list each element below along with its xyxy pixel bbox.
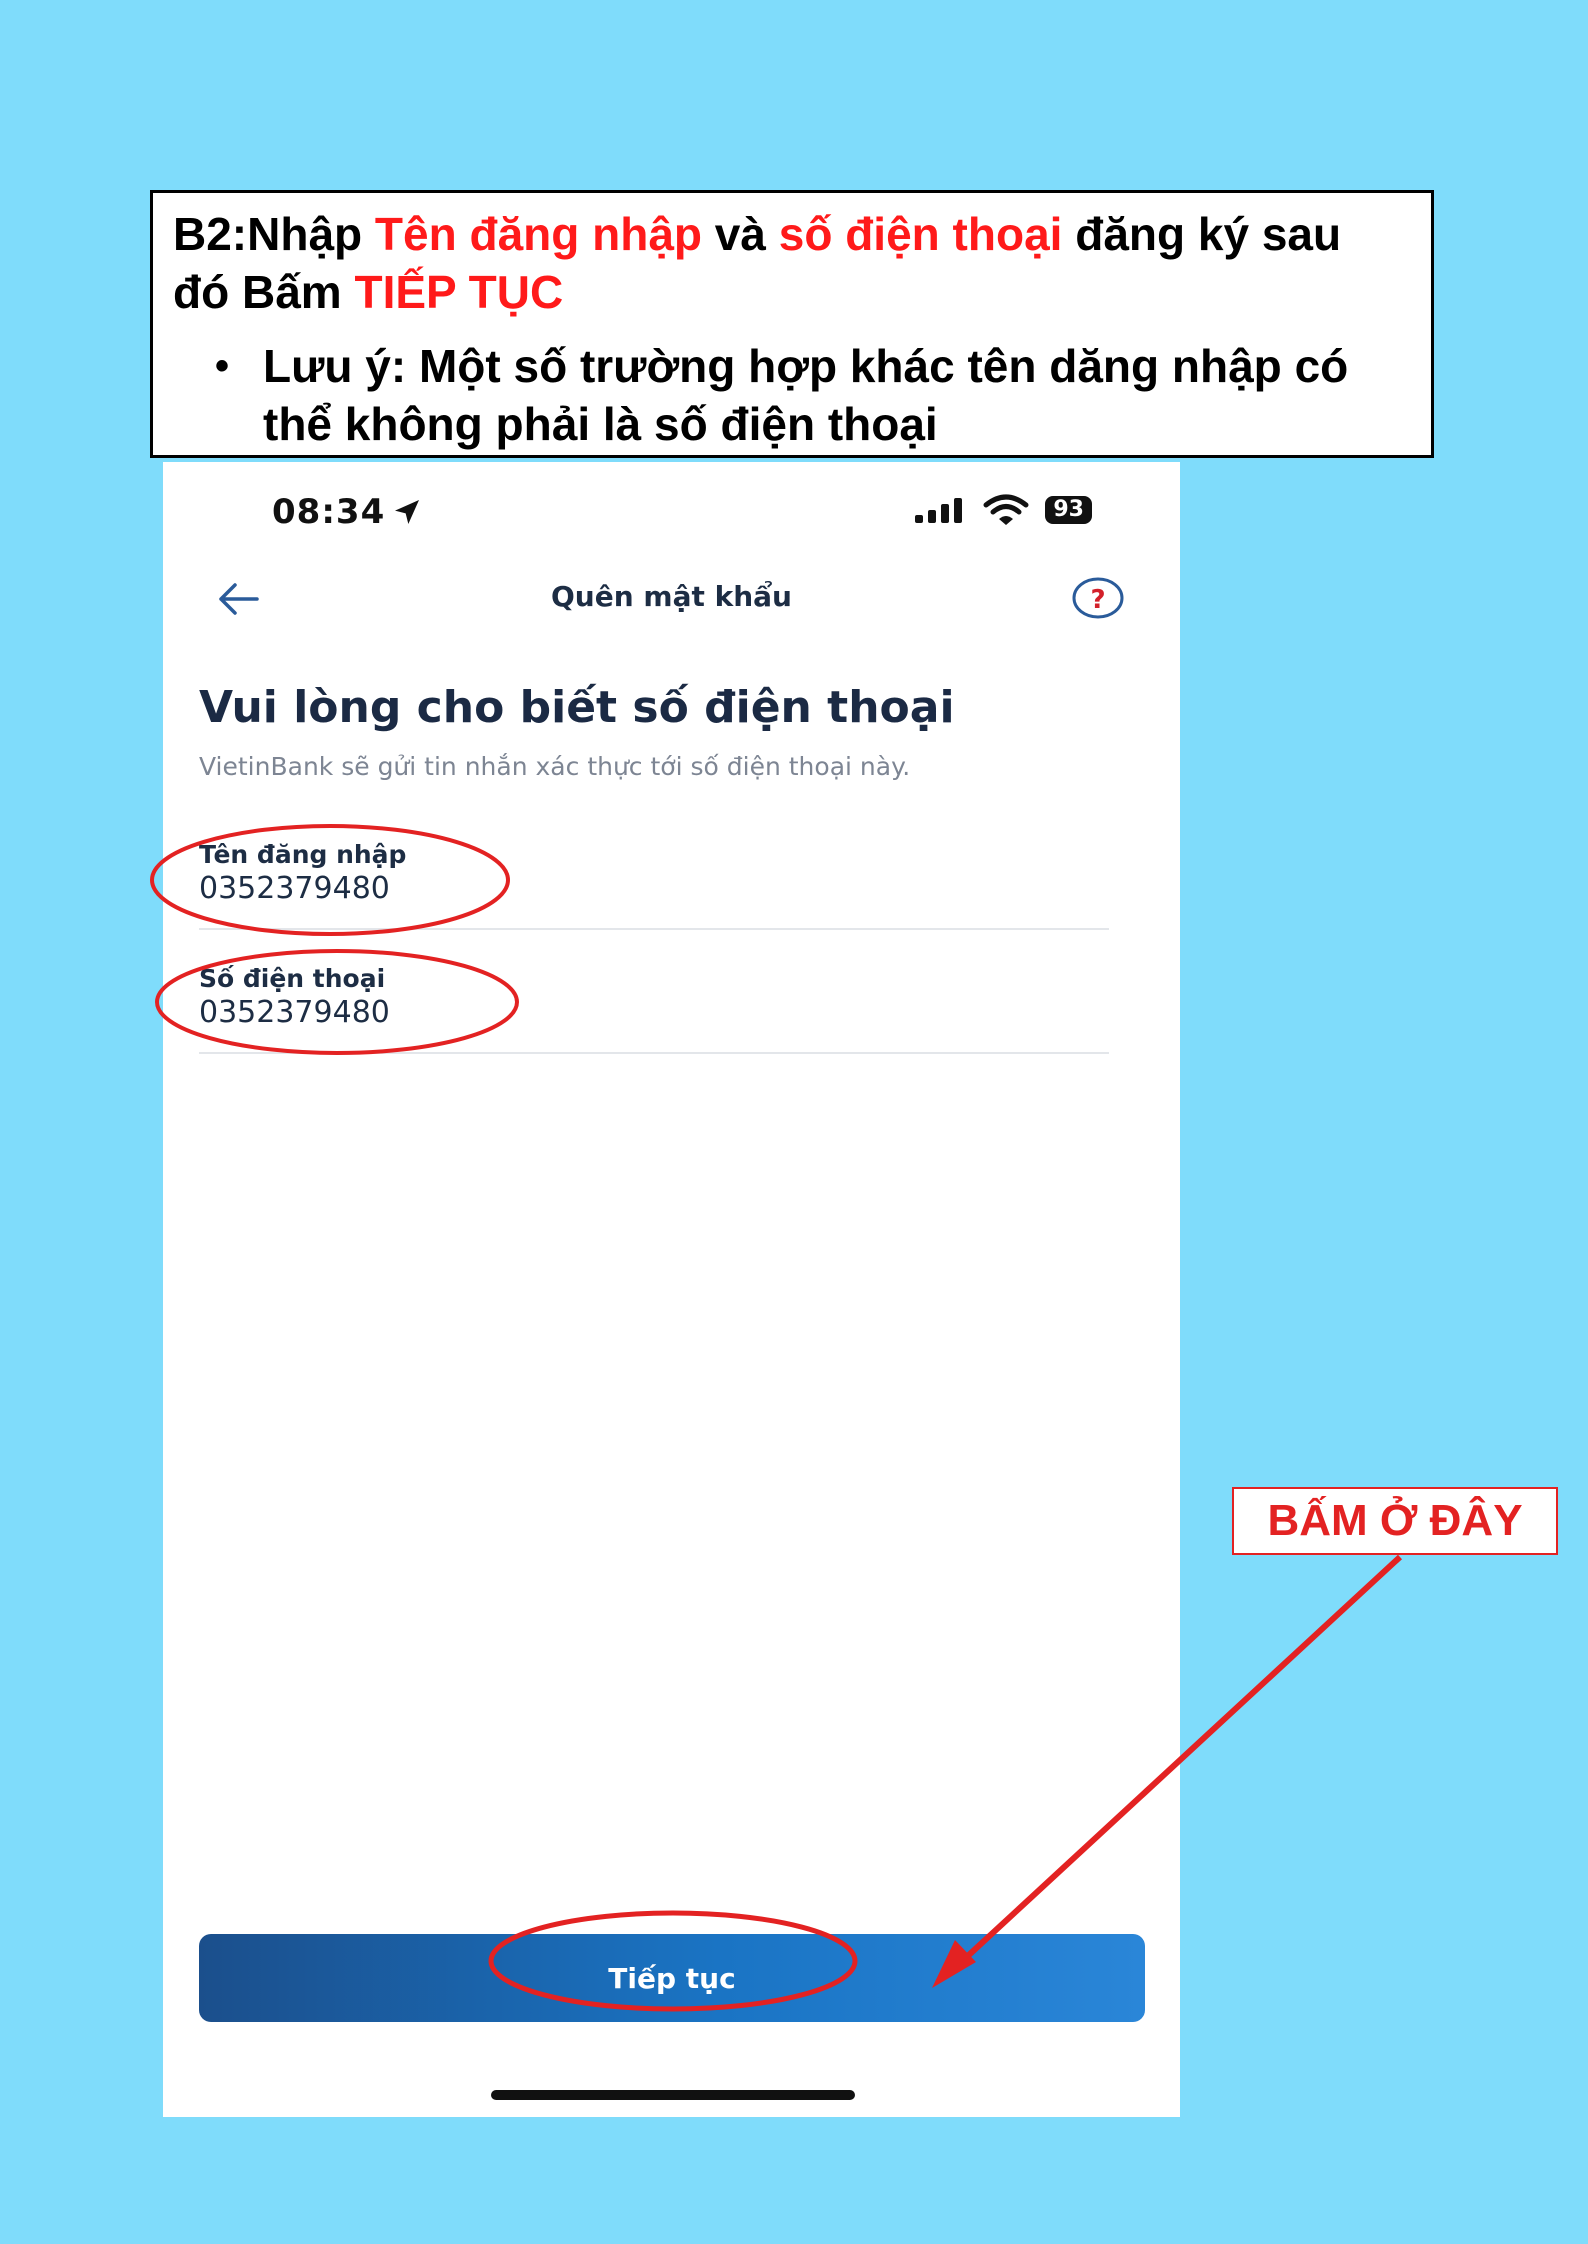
phone-value: 0352379480 [199, 995, 390, 1030]
instruction-note: • Lưu ý: Một số trường hợp khác tên dăng… [173, 337, 1411, 453]
nav-title: Quên mật khẩu [551, 580, 792, 613]
signal-icon [915, 498, 963, 523]
instruction-text: B2:Nhập Tên đăng nhập và số điện thoại đ… [173, 205, 1411, 321]
phone-screen: 08:34 93 Quên mật khẩu ? Vui lòng cho bi… [163, 462, 1180, 2117]
svg-text:?: ? [1090, 585, 1105, 615]
wifi-icon [983, 494, 1029, 525]
instruction-suffix: đăng ký sau [1062, 208, 1342, 260]
continue-button-label: Tiếp tục [608, 1961, 736, 1995]
instruction-phone-highlight: số điện thoại [778, 208, 1063, 260]
page-heading: Vui lòng cho biết số điện thoại [199, 682, 955, 733]
instruction-and: và [702, 208, 779, 260]
location-arrow-icon [395, 500, 420, 524]
status-time: 08:34 [272, 492, 423, 532]
username-label: Tên đăng nhập [199, 840, 407, 869]
continue-button[interactable]: Tiếp tục [199, 1934, 1145, 2022]
instruction-line2-prefix: đó Bấm [173, 266, 355, 318]
phone-field[interactable]: Số điện thoại 0352379480 [199, 964, 1109, 1054]
instruction-box: B2:Nhập Tên đăng nhập và số điện thoại đ… [150, 190, 1434, 458]
page-subheading: VietinBank sẽ gửi tin nhắn xác thực tới … [199, 752, 911, 781]
home-indicator [491, 2090, 855, 2100]
instruction-username-highlight: Tên đăng nhập [374, 208, 703, 260]
instruction-continue-highlight: TIẾP TỤC [354, 266, 564, 318]
username-field[interactable]: Tên đăng nhập 0352379480 [199, 840, 1109, 930]
help-icon[interactable]: ? [1070, 575, 1126, 621]
battery-icon: 93 [1045, 496, 1092, 524]
username-value: 0352379480 [199, 871, 390, 906]
callout-label: BẤM Ở ĐÂY [1232, 1487, 1558, 1555]
status-icons: 93 [913, 494, 1092, 526]
status-time-text: 08:34 [272, 492, 386, 532]
instruction-prefix: B2:Nhập [173, 208, 375, 260]
phone-label: Số điện thoại [199, 964, 386, 993]
note-bullet: • [215, 344, 230, 388]
note-text: Lưu ý: Một số trường hợp khác tên dăng n… [263, 340, 1349, 450]
